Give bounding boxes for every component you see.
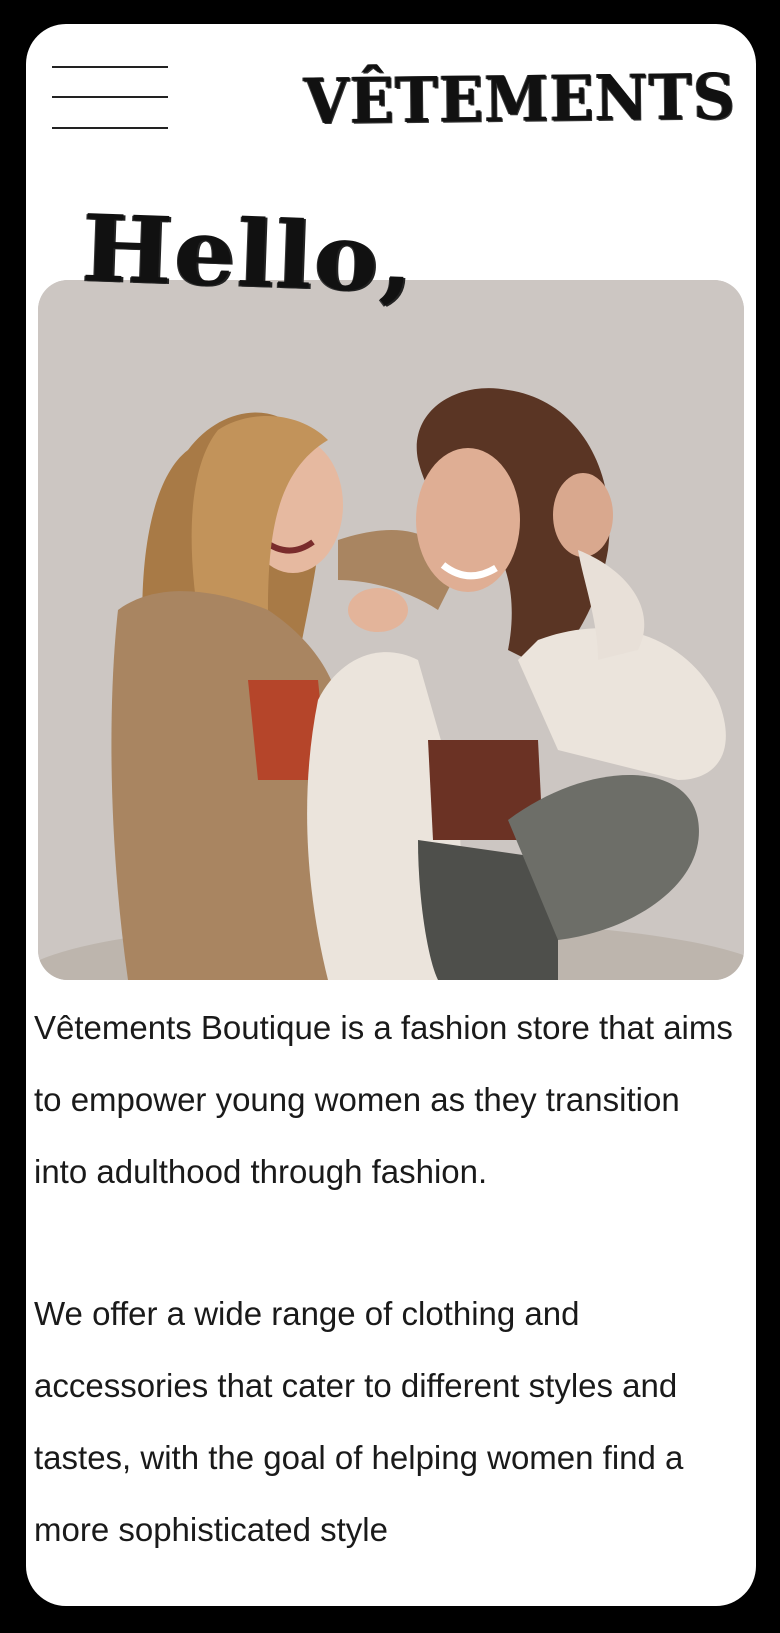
hero-photo-illustration [38, 280, 744, 980]
menu-line [52, 96, 168, 98]
intro-text: Vêtements Boutique is a fashion store th… [34, 992, 734, 1566]
hamburger-menu-icon[interactable] [52, 64, 168, 162]
menu-line [52, 66, 168, 68]
hello-heading: Hello, [80, 194, 418, 314]
brand-logo[interactable]: VÊTEMENTS [303, 60, 736, 173]
hero-photo [38, 280, 744, 980]
menu-line [52, 127, 168, 129]
intro-paragraph-1: Vêtements Boutique is a fashion store th… [34, 1009, 733, 1190]
intro-paragraph-2: We offer a wide range of clothing and ac… [34, 1295, 684, 1548]
app-screen: VÊTEMENTS Hello, Vêtements Boutique is a… [26, 24, 756, 1606]
device-frame: VÊTEMENTS Hello, Vêtements Boutique is a… [0, 0, 780, 1633]
